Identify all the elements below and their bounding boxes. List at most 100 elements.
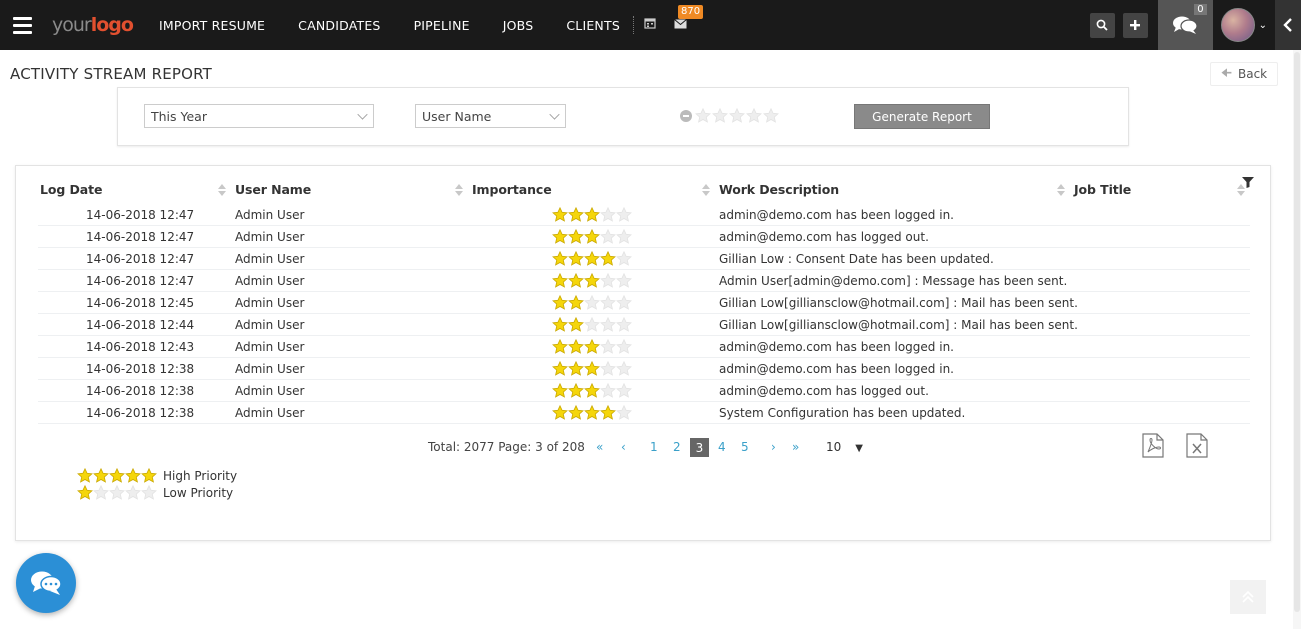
live-chat-button[interactable] xyxy=(16,553,76,613)
star-filled-icon xyxy=(552,295,568,310)
header-log-date[interactable]: Log Date xyxy=(40,182,102,197)
first-page-icon[interactable]: « xyxy=(596,440,603,454)
user-select[interactable]: User Name xyxy=(415,104,566,128)
sort-icon[interactable] xyxy=(455,184,463,197)
report-filters: This Year User Name Generate Report xyxy=(117,87,1129,146)
page-link-2[interactable]: 2 xyxy=(673,440,681,454)
star-empty-icon xyxy=(600,207,616,222)
sort-icon[interactable] xyxy=(1057,184,1065,197)
cell-importance xyxy=(552,383,632,398)
header-user-name[interactable]: User Name xyxy=(235,182,311,197)
sort-icon[interactable] xyxy=(1237,184,1245,197)
star-filled-icon xyxy=(77,485,93,500)
star-filled-icon xyxy=(141,468,157,483)
nav-import-resume[interactable]: IMPORT RESUME xyxy=(159,18,265,33)
table-row[interactable]: 14-06-2018 12:44 Admin User Gillian Low[gi… xyxy=(38,314,1250,336)
page-link-current[interactable]: 3 xyxy=(690,438,709,457)
export-excel-icon[interactable] xyxy=(1186,433,1208,461)
star-filled-icon xyxy=(584,229,600,244)
clear-rating-icon[interactable] xyxy=(680,109,692,122)
cell-user-name: Admin User xyxy=(235,208,305,222)
table-row[interactable]: 14-06-2018 12:45 Admin User Gillian Low[gi… xyxy=(38,292,1250,314)
scroll-to-top-button[interactable] xyxy=(1230,580,1266,614)
table-row[interactable]: 14-06-2018 12:38 Admin User admin@demo.com… xyxy=(38,358,1250,380)
star-empty-icon xyxy=(763,108,779,123)
period-select[interactable]: This Year xyxy=(144,104,374,128)
table-row[interactable]: 14-06-2018 12:47 Admin User admin@demo.com… xyxy=(38,204,1250,226)
star-filled-icon xyxy=(584,361,600,376)
cell-user-name: Admin User xyxy=(235,318,305,332)
cell-log-date: 14-06-2018 12:47 xyxy=(86,252,195,266)
star-filled-icon xyxy=(568,317,584,332)
nav-pipeline[interactable]: PIPELINE xyxy=(414,18,470,33)
search-button[interactable] xyxy=(1089,12,1115,38)
header-importance[interactable]: Importance xyxy=(472,182,552,197)
table-row[interactable]: 14-06-2018 12:38 Admin User admin@demo.com… xyxy=(38,380,1250,402)
activity-table-panel: Log Date User Name Importance Work Descr… xyxy=(15,165,1271,541)
page-title: ACTIVITY STREAM REPORT xyxy=(10,65,213,83)
cell-user-name: Admin User xyxy=(235,340,305,354)
generate-report-button[interactable]: Generate Report xyxy=(854,104,990,129)
star-filled-icon xyxy=(568,229,584,244)
mail-badge: 870 xyxy=(677,4,704,19)
export-pdf-icon[interactable] xyxy=(1142,433,1164,461)
star-empty-icon xyxy=(600,273,616,288)
sort-icon[interactable] xyxy=(702,184,710,197)
last-page-icon[interactable]: » xyxy=(792,440,799,454)
page-link-1[interactable]: 1 xyxy=(650,440,658,454)
chat-button[interactable]: 0 xyxy=(1157,0,1213,50)
page-scrollbar[interactable] xyxy=(1293,50,1301,629)
back-button[interactable]: 🠈 Back xyxy=(1210,62,1278,86)
page-size-select[interactable]: 10 ▼ xyxy=(826,440,863,454)
add-button[interactable] xyxy=(1122,12,1148,38)
nav-clients[interactable]: CLIENTS xyxy=(566,18,620,33)
cell-log-date: 14-06-2018 12:44 xyxy=(86,318,195,332)
cell-importance xyxy=(552,339,632,354)
cell-log-date: 14-06-2018 12:38 xyxy=(86,362,195,376)
header-work-description[interactable]: Work Description xyxy=(719,182,839,197)
star-filled-icon xyxy=(109,468,125,483)
legend-low-label: Low Priority xyxy=(163,485,234,500)
sort-icon[interactable] xyxy=(218,184,226,197)
mail-icon[interactable]: 870 xyxy=(674,4,704,33)
table-row[interactable]: 14-06-2018 12:43 Admin User admin@demo.com… xyxy=(38,336,1250,358)
table-row[interactable]: 14-06-2018 12:38 Admin User System Configu… xyxy=(38,402,1250,424)
table-row[interactable]: 14-06-2018 12:47 Admin User admin@demo.com… xyxy=(38,226,1250,248)
nav-jobs[interactable]: JOBS xyxy=(503,18,534,33)
star-empty-icon xyxy=(584,317,600,332)
cell-work-description: Gillian Low[gilliansclow@hotmail.com] : … xyxy=(719,296,1078,310)
star-empty-icon xyxy=(616,295,632,310)
star-empty-icon xyxy=(746,108,762,123)
arrow-left-icon: 🠈 xyxy=(1220,65,1232,80)
importance-rating-input[interactable] xyxy=(680,108,779,123)
collapse-button[interactable] xyxy=(1275,0,1301,50)
chevron-down-icon[interactable]: ⌄ xyxy=(1259,20,1267,31)
avatar[interactable] xyxy=(1220,8,1255,42)
logo[interactable]: yourlogo xyxy=(52,14,134,36)
star-empty-icon xyxy=(616,317,632,332)
next-page-icon[interactable]: › xyxy=(771,440,776,454)
prev-page-icon[interactable]: ‹ xyxy=(621,440,626,454)
legend-high-label: High Priority xyxy=(163,468,238,483)
header-job-title[interactable]: Job Title xyxy=(1074,182,1131,197)
star-empty-icon xyxy=(695,108,711,123)
cell-work-description: admin@demo.com has logged out. xyxy=(719,230,929,244)
plus-icon xyxy=(1130,20,1141,30)
calendar-icon[interactable] xyxy=(644,17,656,33)
star-filled-icon xyxy=(125,468,141,483)
table-row[interactable]: 14-06-2018 12:47 Admin User Gillian Low : … xyxy=(38,248,1250,270)
page-link-4[interactable]: 4 xyxy=(718,440,726,454)
table-row[interactable]: 14-06-2018 12:47 Admin User Admin User[adm… xyxy=(38,270,1250,292)
page-link-5[interactable]: 5 xyxy=(741,440,749,454)
star-empty-icon xyxy=(616,273,632,288)
cell-log-date: 14-06-2018 12:43 xyxy=(86,340,195,354)
menu-icon[interactable] xyxy=(0,0,44,50)
navbar-right: 0 ⌄ xyxy=(1089,0,1301,50)
cell-user-name: Admin User xyxy=(235,230,305,244)
double-chevron-up-icon xyxy=(1242,591,1254,603)
nav-candidates[interactable]: CANDIDATES xyxy=(298,18,380,33)
chevron-down-icon xyxy=(549,109,560,120)
cell-log-date: 14-06-2018 12:45 xyxy=(86,296,195,310)
scrollbar-thumb[interactable] xyxy=(1294,52,1300,612)
star-filled-icon xyxy=(600,251,616,266)
